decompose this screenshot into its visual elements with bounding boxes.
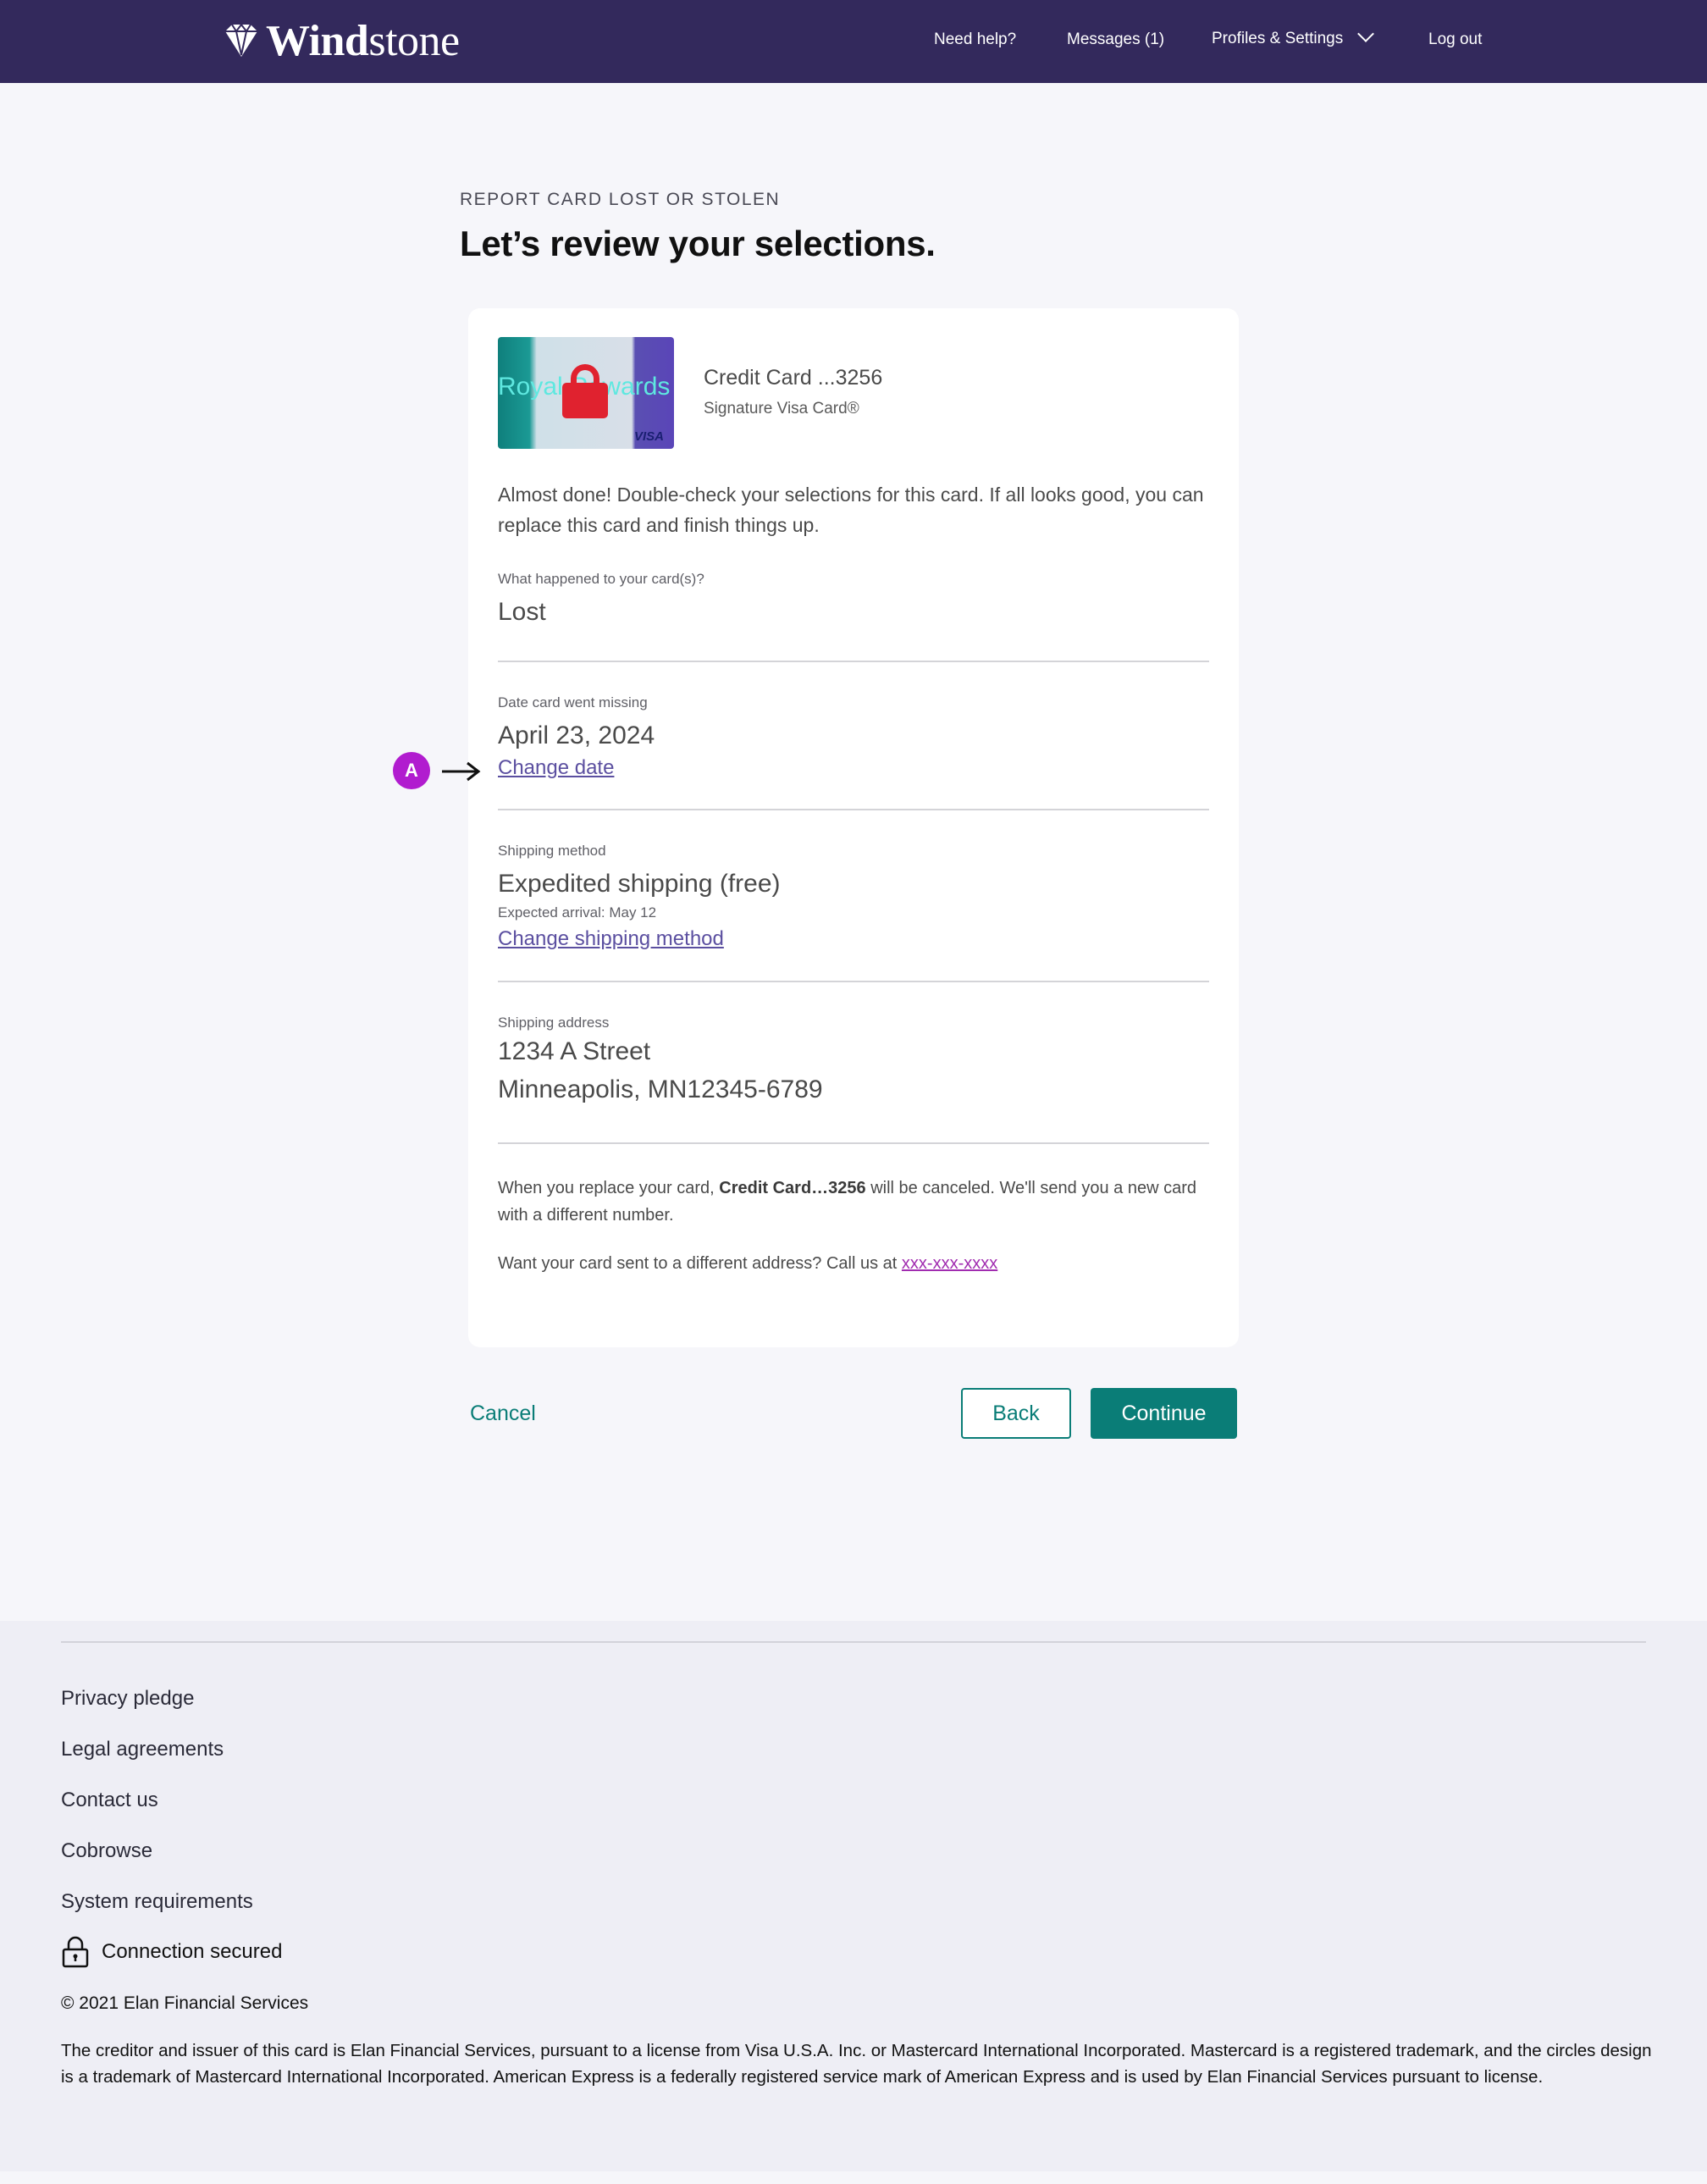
shipping-address-line1: 1234 A Street [498,1037,651,1065]
nav-need-help[interactable]: Need help? [934,30,1016,49]
diamond-logo-icon [225,23,257,57]
expected-arrival: Expected arrival: May 12 [498,904,657,921]
card-image: Royal Rewards VISA [498,337,674,449]
divider [498,809,1209,810]
card-name: Credit Card ...3256 [704,366,883,390]
different-address-note: Want your card sent to a different addre… [498,1250,1218,1277]
footer-link-system-requirements[interactable]: System requirements [61,1890,253,1914]
footer-link-cobrowse[interactable]: Cobrowse [61,1839,152,1863]
shipping-address-line2: Minneapolis, MN12345-6789 [498,1075,823,1103]
divider [498,981,1209,982]
nav-profiles-label: Profiles & Settings [1212,30,1344,47]
nav-log-out[interactable]: Log out [1428,30,1482,49]
lock-icon [62,1936,89,1968]
footer: Privacy pledge Legal agreements Contact … [0,1621,1707,2171]
nav-messages[interactable]: Messages (1) [1067,30,1164,49]
change-date-link[interactable]: Change date [498,756,614,780]
arrow-right-icon [442,761,481,782]
replace-note-card: Credit Card…3256 [719,1179,866,1197]
nav-profiles-settings[interactable]: Profiles & Settings [1212,25,1375,48]
what-happened-label: What happened to your card(s)? [498,571,704,587]
cancel-button[interactable]: Cancel [470,1402,536,1426]
back-button[interactable]: Back [961,1388,1071,1439]
connection-secured-label: Connection secured [102,1940,283,1963]
connection-secured: Connection secured [61,1936,282,1968]
footer-link-contact-us[interactable]: Contact us [61,1789,158,1812]
card-type: Signature Visa Card® [704,400,859,417]
footer-link-privacy-pledge[interactable]: Privacy pledge [61,1687,194,1711]
divider [498,661,1209,662]
top-header: Windstone Need help? Messages (1) Profil… [0,0,1707,83]
shipping-method-label: Shipping method [498,843,606,859]
divider [498,1142,1209,1144]
what-happened-value: Lost [498,598,546,626]
page-title: Let’s review your selections. [460,224,936,263]
brand-name: Windstone [266,16,460,66]
shipping-address-label: Shipping address [498,1015,610,1031]
chevron-down-icon [1357,25,1375,42]
address-note-text: Want your card sent to a different addre… [498,1254,902,1273]
legal-disclaimer: The creditor and issuer of this card is … [61,2041,1652,2087]
visa-logo: VISA [633,429,664,444]
brand-name-light: stone [368,16,460,65]
replace-card-note: When you replace your card, Credit Card…… [498,1175,1218,1229]
shipping-method-value: Expedited shipping (free) [498,870,781,898]
phone-link[interactable]: xxx-xxx-xxxx [902,1254,997,1273]
intro-text: Almost done! Double-check your selection… [498,484,1204,536]
date-missing-label: Date card went missing [498,694,648,710]
lock-icon [562,383,608,418]
brand-name-bold: Wind [266,16,369,65]
footer-divider [61,1641,1646,1643]
change-shipping-method-link[interactable]: Change shipping method [498,927,724,951]
annotation-marker: A [393,752,430,789]
continue-button[interactable]: Continue [1091,1388,1237,1439]
footer-link-legal-agreements[interactable]: Legal agreements [61,1738,224,1761]
windstone-logo[interactable]: Windstone [222,16,460,66]
copyright: © 2021 Elan Financial Services [61,1993,309,2013]
date-missing-value: April 23, 2024 [498,722,655,749]
page-eyebrow: REPORT CARD LOST OR STOLEN [460,190,781,209]
replace-note-pre: When you replace your card, [498,1179,720,1197]
